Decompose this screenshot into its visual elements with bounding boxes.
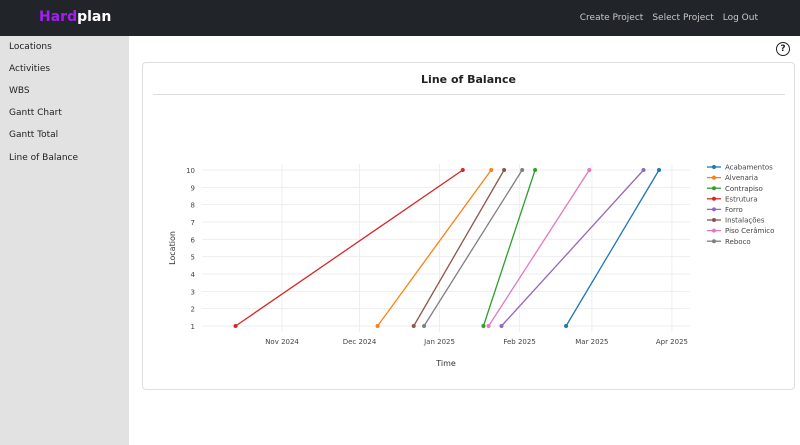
y-tick-label: 9 [191, 184, 195, 192]
data-point [587, 168, 592, 172]
data-point [520, 168, 525, 172]
series-line [565, 169, 660, 327]
brand-logo[interactable]: Hardplan [39, 9, 111, 25]
data-point [460, 168, 465, 172]
brand-part-hard: Hard [39, 9, 78, 25]
sidebar-item-gantt-total[interactable]: Gantt Total [9, 130, 58, 140]
legend-entry: Contrapiso [725, 185, 763, 193]
legend-swatch-marker [712, 196, 716, 201]
legend-swatch-marker [712, 175, 716, 180]
legend-swatch-marker [712, 218, 716, 222]
sidebar-item-wbs[interactable]: WBS [9, 86, 30, 96]
x-tick-label: Dec 2024 [343, 338, 377, 346]
data-point [489, 168, 494, 172]
data-point [533, 168, 538, 172]
create-project-link[interactable]: Create Project [580, 13, 644, 23]
data-point [375, 324, 380, 328]
logout-link[interactable]: Log Out [723, 13, 758, 23]
legend-swatch-marker [712, 228, 716, 233]
top-navbar: Hardplan Create Project Select Project L… [0, 0, 800, 36]
y-axis-title: Location [168, 231, 177, 265]
legend-entry: Estrutura [725, 195, 757, 203]
data-point [657, 168, 662, 172]
y-tick-label: 3 [191, 288, 195, 296]
data-point [502, 168, 507, 172]
x-tick-label: Mar 2025 [575, 338, 608, 346]
sidebar-item-gantt-chart[interactable]: Gantt Chart [9, 108, 62, 118]
legend-entry: Acabamentos [725, 164, 773, 172]
x-axis-title: Time [435, 359, 456, 368]
y-tick-label: 10 [186, 167, 195, 175]
y-tick-label: 6 [191, 236, 196, 244]
x-tick-label: Feb 2025 [503, 338, 535, 346]
data-point [233, 324, 238, 328]
series-line [501, 169, 645, 327]
help-icon[interactable]: ? [776, 42, 790, 56]
series-line [423, 169, 523, 327]
data-point [641, 168, 646, 172]
y-tick-label: 8 [191, 202, 195, 210]
data-point [422, 324, 427, 328]
y-tick-label: 1 [191, 323, 195, 331]
data-point [564, 324, 569, 328]
series-line [235, 169, 464, 327]
legend-entry: Piso Cerâmico [725, 227, 774, 235]
top-nav-links: Create Project Select Project Log Out [580, 13, 758, 23]
sidebar-item-line-of-balance[interactable]: Line of Balance [9, 153, 78, 163]
legend-swatch-marker [712, 186, 716, 191]
data-point [481, 324, 486, 328]
x-tick-label: Jan 2025 [423, 338, 455, 346]
legend-swatch-marker [712, 239, 716, 244]
brand-part-plan: plan [77, 9, 112, 25]
sidebar: Locations Activities WBS Gantt Chart Gan… [0, 36, 129, 445]
y-tick-label: 4 [191, 271, 196, 279]
y-tick-label: 5 [191, 254, 195, 262]
legend-entry: Instalações [725, 217, 765, 225]
series-line [377, 169, 492, 327]
sidebar-item-locations[interactable]: Locations [9, 42, 52, 52]
data-point [486, 324, 491, 328]
line-of-balance-chart: 1 2 3 4 5 6 7 8 9 10 Nov 2024 Dec 2024 Jan 2025 Feb 2… [168, 164, 774, 368]
x-tick-label: Apr 2025 [656, 338, 688, 346]
legend-entry: Reboco [725, 238, 751, 246]
y-tick-label: 7 [191, 219, 195, 227]
legend-swatch-marker [712, 207, 716, 212]
legend-entry: Forro [725, 206, 743, 214]
sidebar-item-activities[interactable]: Activities [9, 64, 50, 74]
series-line [488, 169, 590, 327]
data-point [411, 324, 416, 328]
data-point [499, 324, 504, 328]
select-project-link[interactable]: Select Project [652, 13, 713, 23]
x-tick-label: Nov 2024 [265, 338, 299, 346]
legend-swatch-marker [712, 165, 716, 169]
legend-entry: Alvenaria [725, 174, 758, 182]
y-tick-label: 2 [191, 306, 195, 314]
